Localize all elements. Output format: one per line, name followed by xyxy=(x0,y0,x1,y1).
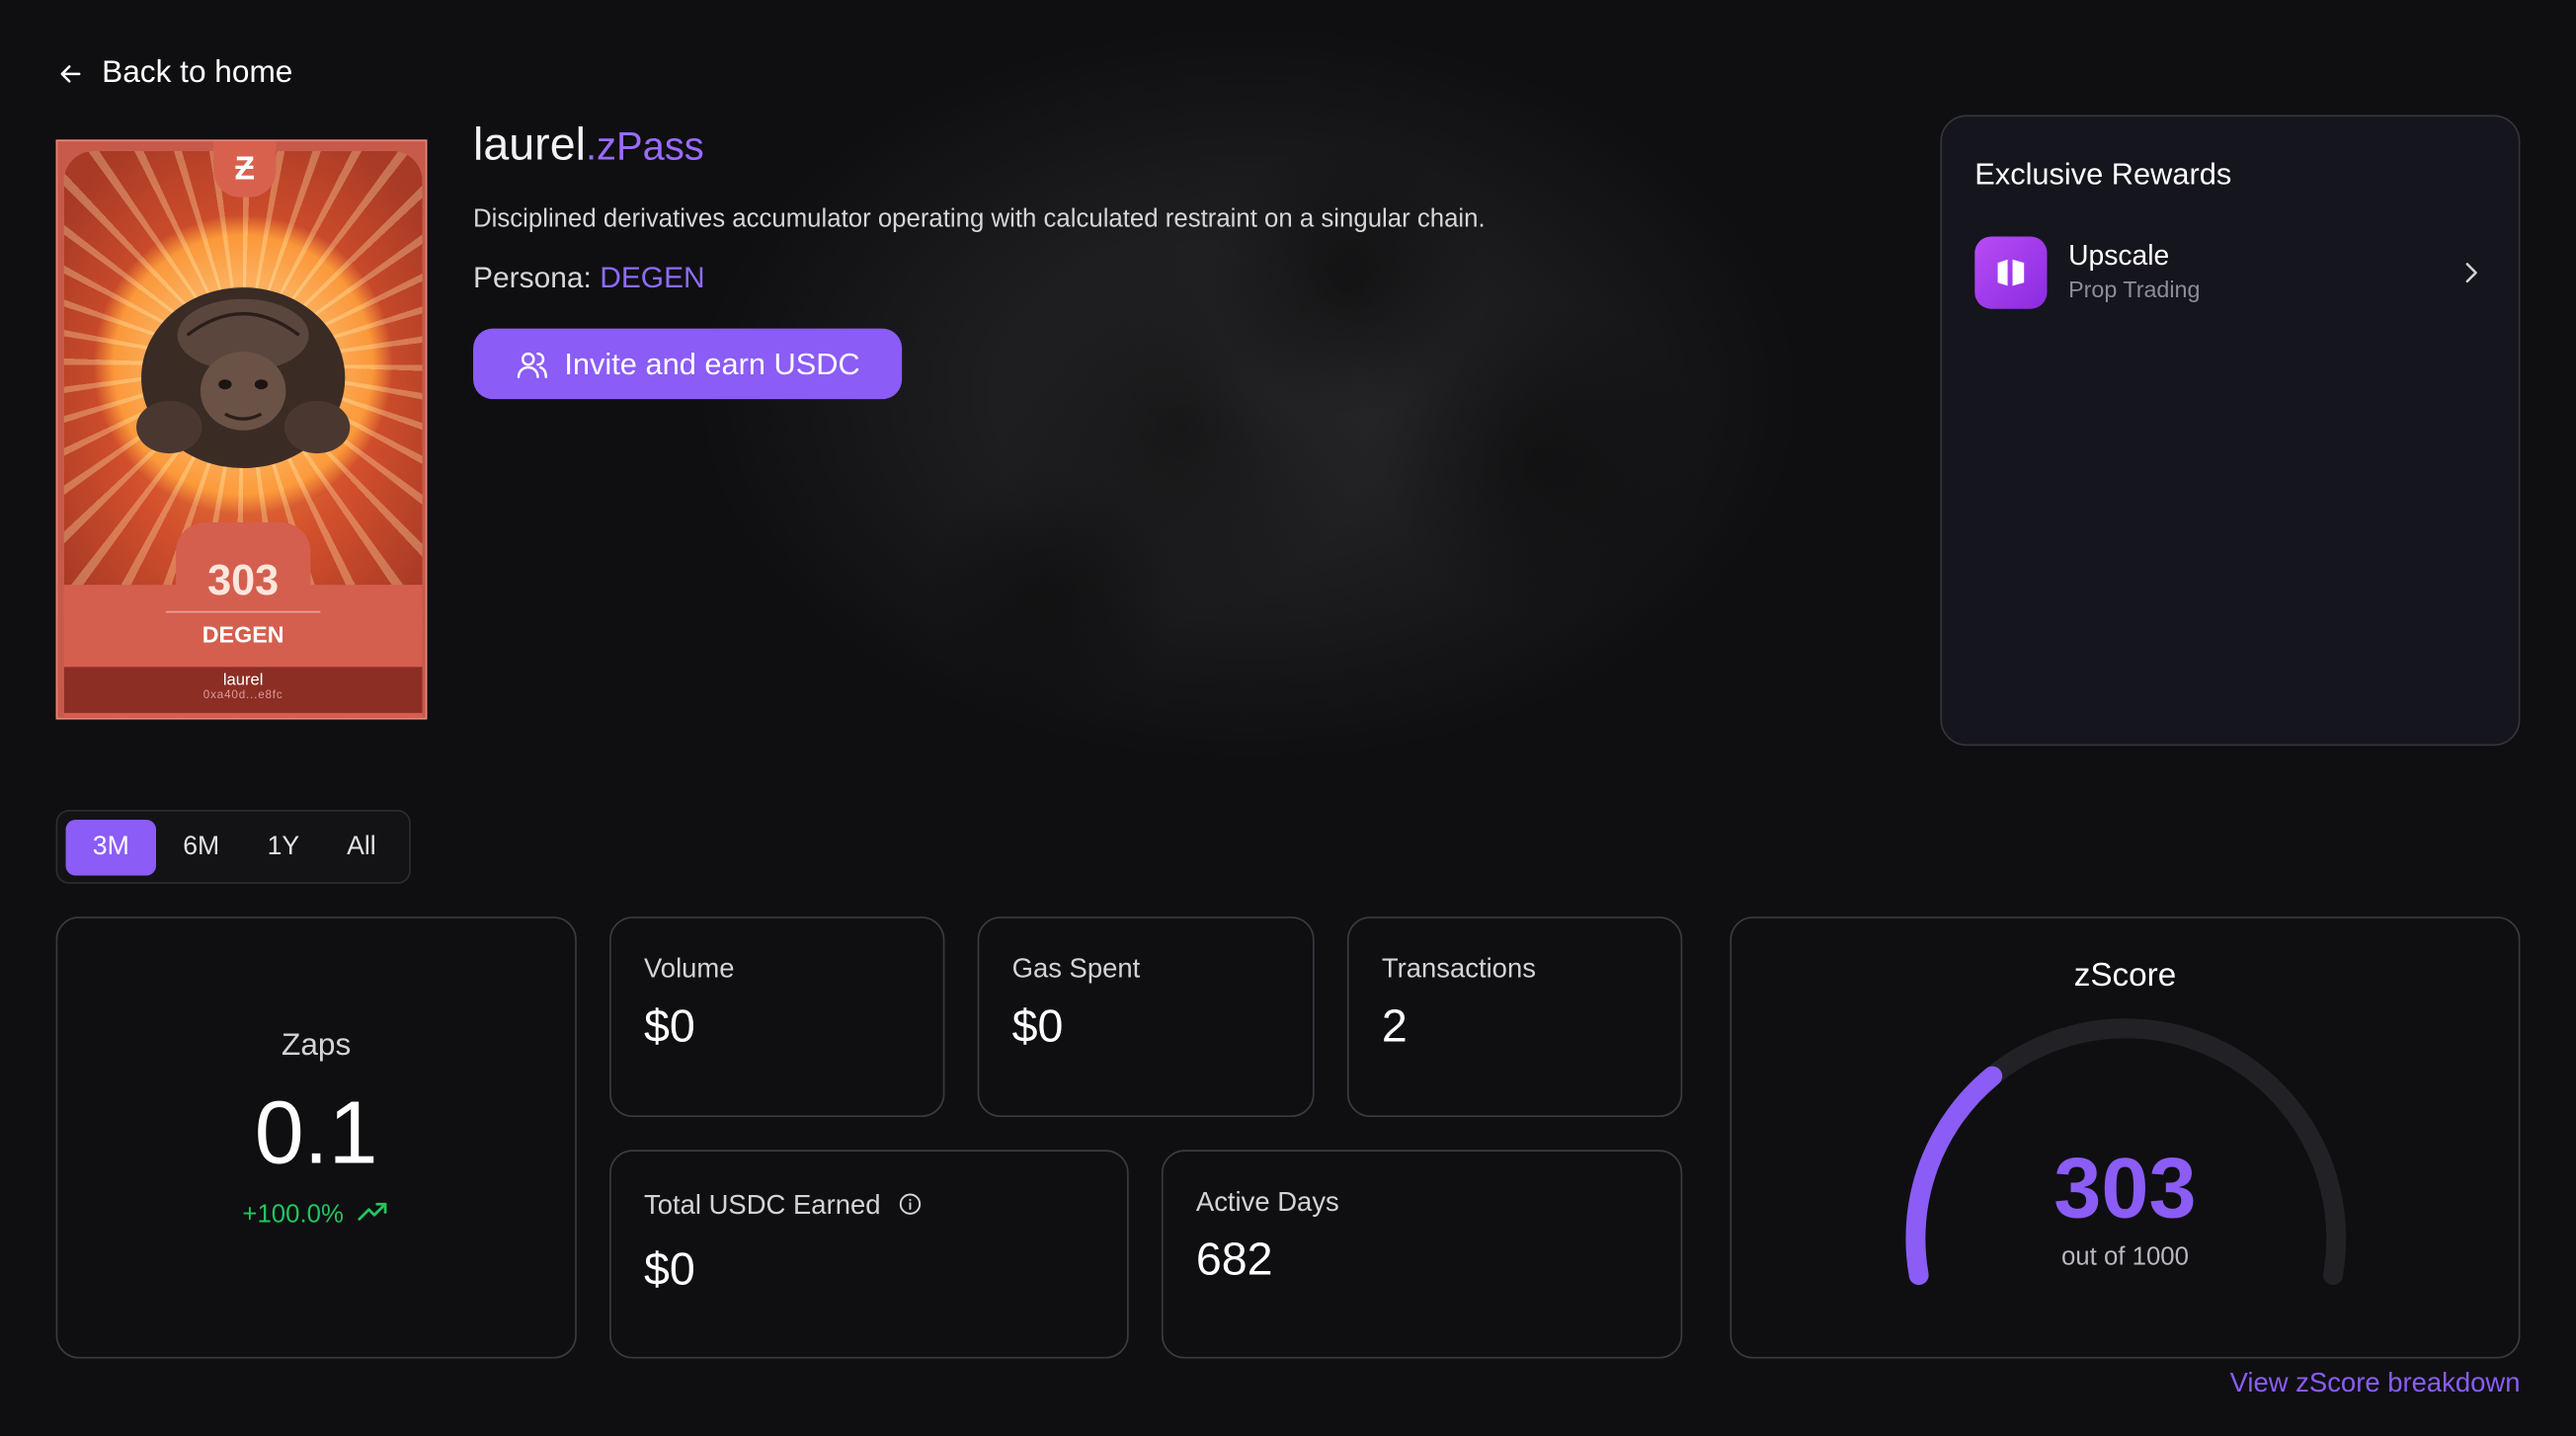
active-days-card: Active Days 682 xyxy=(1161,1150,1683,1359)
period-3m[interactable]: 3M xyxy=(65,819,157,875)
period-1y[interactable]: 1Y xyxy=(246,819,320,875)
zscore-title: zScore xyxy=(2073,957,2177,995)
usdc-earned-card: Total USDC Earned $0 xyxy=(609,1150,1129,1359)
upscale-logo-icon xyxy=(1974,236,2048,309)
period-6m[interactable]: 6M xyxy=(156,819,246,875)
usdc-label-row: Total USDC Earned xyxy=(644,1191,921,1223)
card-score: 303 xyxy=(207,555,280,605)
zaps-value: 0.1 xyxy=(254,1083,378,1183)
active-days-value: 682 xyxy=(1195,1234,1273,1285)
usdc-value: $0 xyxy=(644,1243,695,1295)
persona-value[interactable]: DEGEN xyxy=(600,261,704,293)
rewards-title: Exclusive Rewards xyxy=(1974,156,2232,191)
invite-label: Invite and earn USDC xyxy=(564,346,860,381)
volume-label: Volume xyxy=(644,954,735,985)
invite-button[interactable]: Invite and earn USDC xyxy=(473,328,903,400)
period-all[interactable]: All xyxy=(320,819,402,875)
usdc-label: Total USDC Earned xyxy=(644,1190,881,1221)
reward-item-upscale[interactable]: Upscale Prop Trading xyxy=(1974,235,2489,311)
zaps-card: Zaps 0.1 +100.0% xyxy=(55,917,577,1359)
zaps-change-value: +100.0% xyxy=(242,1200,344,1230)
card-divider xyxy=(165,610,321,613)
card-logo: Ƶ xyxy=(213,141,277,198)
volume-card: Volume $0 xyxy=(609,917,945,1118)
profile-suffix: .zPass xyxy=(585,124,704,170)
reward-subtitle: Prop Trading xyxy=(2068,276,2201,303)
transactions-value: 2 xyxy=(1381,999,1408,1052)
persona-label: Persona: xyxy=(473,261,592,294)
reward-name: Upscale xyxy=(2068,239,2170,272)
volume-value: $0 xyxy=(644,999,695,1052)
period-selector: 3M 6M 1Y All xyxy=(55,810,411,884)
card-footer: laurel 0xa40d...e8fc xyxy=(63,667,423,713)
zaps-change: +100.0% xyxy=(57,1201,575,1231)
info-icon[interactable] xyxy=(898,1193,921,1216)
arrow-left-icon xyxy=(60,65,81,83)
zscore-value: 303 xyxy=(2053,1141,2197,1237)
trending-up-icon xyxy=(359,1202,388,1221)
transactions-label: Transactions xyxy=(1381,954,1536,985)
back-to-home-link[interactable]: Back to home xyxy=(56,55,293,93)
zaps-label: Zaps xyxy=(282,1028,352,1064)
card-persona: DEGEN xyxy=(201,620,284,648)
zpass-card: Ƶ 303 DEGEN laurel 0xa40d...e8fc xyxy=(55,139,428,720)
back-label: Back to home xyxy=(102,55,293,91)
active-days-label: Active Days xyxy=(1195,1187,1339,1218)
chevron-right-icon xyxy=(2465,263,2477,283)
profile-name: laurel xyxy=(473,118,586,170)
background-trees xyxy=(853,48,1775,740)
transactions-card: Transactions 2 xyxy=(1346,917,1683,1118)
card-address: 0xa40d...e8fc xyxy=(202,689,283,702)
turtle-image xyxy=(136,287,351,469)
view-zscore-breakdown-link[interactable]: View zScore breakdown xyxy=(2230,1369,2521,1400)
gas-value: $0 xyxy=(1011,999,1064,1052)
persona-line: Persona: DEGEN xyxy=(473,261,705,295)
gas-label: Gas Spent xyxy=(1011,954,1141,985)
zscore-out-of: out of 1000 xyxy=(2060,1243,2189,1272)
profile-description: Disciplined derivatives accumulator oper… xyxy=(473,204,1486,234)
profile-title: laurel.zPass xyxy=(473,119,704,171)
exclusive-rewards-panel: Exclusive Rewards Upscale Prop Trading xyxy=(1940,115,2521,747)
users-icon xyxy=(516,352,547,378)
page: Back to home Ƶ 303 DEGEN laurel 0xa40d..… xyxy=(0,0,2576,1436)
gas-spent-card: Gas Spent $0 xyxy=(977,917,1315,1118)
zscore-card: zScore 303 out of 1000 xyxy=(1730,917,2521,1359)
card-username: laurel xyxy=(222,672,264,690)
